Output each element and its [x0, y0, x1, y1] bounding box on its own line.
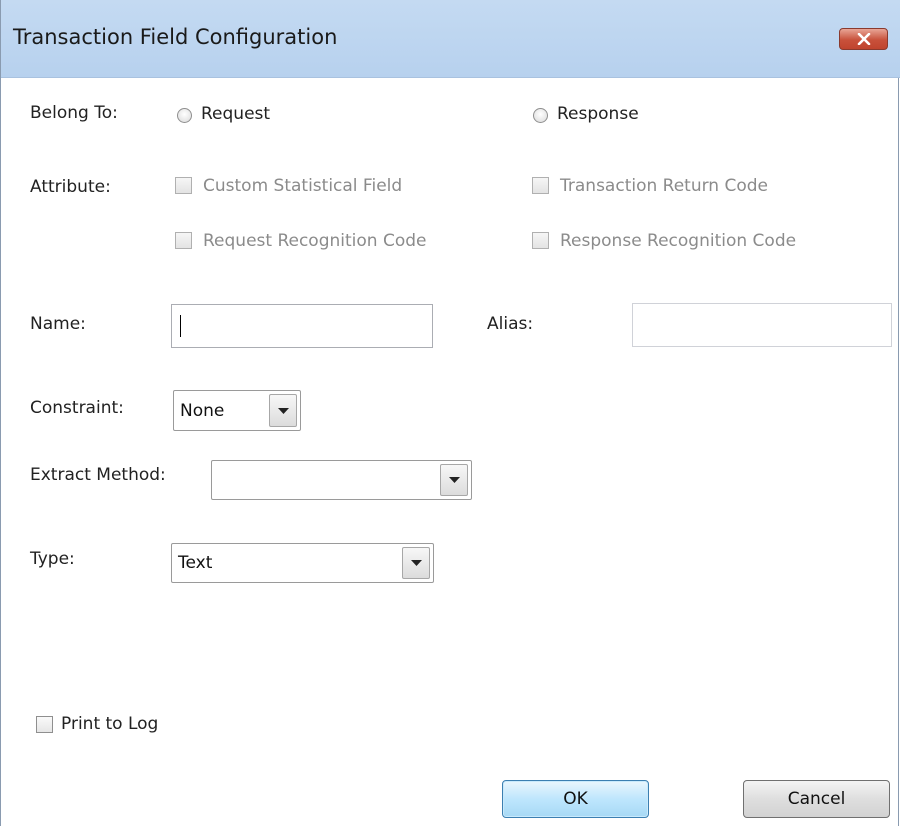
- checkbox-response-recognition-code: [532, 232, 549, 249]
- extract-method-select[interactable]: [211, 460, 472, 500]
- extract-method-dropdown-button[interactable]: [440, 464, 468, 496]
- alias-input[interactable]: [632, 303, 892, 347]
- constraint-select[interactable]: None: [173, 390, 301, 431]
- checkbox-request-recognition-code: [175, 232, 192, 249]
- radio-response[interactable]: [533, 108, 548, 123]
- radio-request[interactable]: [177, 108, 192, 123]
- type-label: Type:: [30, 549, 75, 569]
- radio-request-label[interactable]: Request: [201, 104, 270, 124]
- chevron-down-icon: [411, 560, 422, 566]
- checkbox-custom-statistical-field: [175, 177, 192, 194]
- text-caret: [180, 315, 181, 337]
- transaction-field-dialog: Transaction Field Configuration Belong T…: [0, 0, 900, 826]
- close-icon: [857, 33, 871, 45]
- type-select-value: Text: [178, 553, 213, 573]
- checkbox-print-to-log[interactable]: [36, 716, 53, 733]
- name-input[interactable]: [171, 304, 433, 348]
- checkbox-transaction-return-code-label: Transaction Return Code: [560, 176, 768, 196]
- constraint-dropdown-button[interactable]: [269, 394, 297, 427]
- window-title: Transaction Field Configuration: [13, 25, 338, 49]
- extract-method-label: Extract Method:: [30, 465, 166, 485]
- constraint-label: Constraint:: [30, 398, 124, 418]
- cancel-button[interactable]: Cancel: [743, 780, 890, 818]
- chevron-down-icon: [278, 407, 289, 414]
- alias-label: Alias:: [487, 314, 534, 334]
- constraint-select-value: None: [180, 400, 225, 421]
- belong-to-label: Belong To:: [30, 103, 118, 123]
- checkbox-print-to-log-label[interactable]: Print to Log: [61, 714, 158, 734]
- checkbox-response-recognition-code-label: Response Recognition Code: [560, 231, 797, 251]
- checkbox-request-recognition-code-label: Request Recognition Code: [203, 231, 427, 251]
- type-dropdown-button[interactable]: [402, 547, 430, 579]
- ok-button[interactable]: OK: [502, 780, 649, 818]
- radio-response-label[interactable]: Response: [557, 104, 639, 124]
- close-button[interactable]: [839, 28, 888, 50]
- type-select[interactable]: Text: [171, 543, 434, 583]
- checkbox-custom-statistical-field-label: Custom Statistical Field: [203, 176, 403, 196]
- name-label: Name:: [30, 314, 86, 334]
- title-bar[interactable]: Transaction Field Configuration: [1, 0, 900, 78]
- chevron-down-icon: [449, 477, 460, 483]
- attribute-label: Attribute:: [30, 177, 111, 197]
- checkbox-transaction-return-code: [532, 177, 549, 194]
